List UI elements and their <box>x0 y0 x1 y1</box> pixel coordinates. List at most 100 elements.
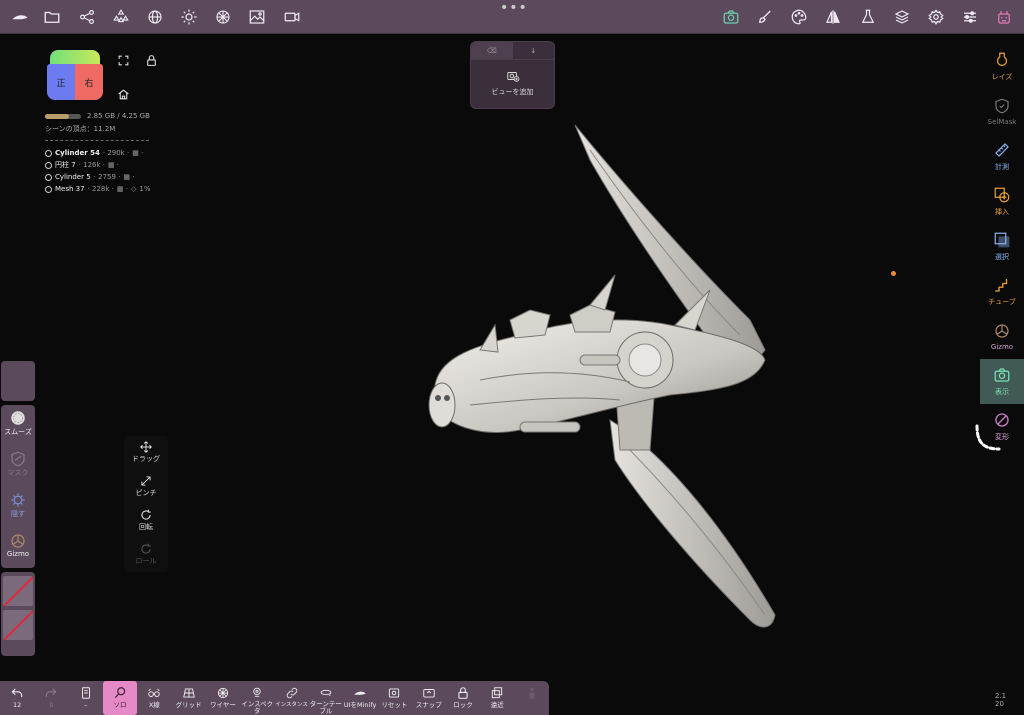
undo-icon <box>11 688 23 698</box>
nomad-logo-icon[interactable] <box>8 5 32 29</box>
minify-ui-button[interactable]: UIをMinify <box>343 681 377 715</box>
measure-tool[interactable]: 計測 <box>980 134 1024 179</box>
tube-tool[interactable]: チューブ <box>980 269 1024 314</box>
brush-icon[interactable] <box>753 5 777 29</box>
list-item[interactable]: 円柱 7 · 126k · ▦ · <box>45 159 150 171</box>
wireframe-icon <box>217 687 229 699</box>
instance-button[interactable]: インスタンス <box>274 681 308 715</box>
list-item[interactable]: Cylinder 54 · 290k · ▦ · <box>45 147 150 159</box>
empty-slot-1[interactable] <box>3 576 33 606</box>
pressure-curve-icon[interactable] <box>972 423 1002 453</box>
bottom-toolbar: 12 0 – ソロ X線 グリッド ワイヤー インスペクタ インスタンス ターン… <box>0 681 549 715</box>
rotate-icon <box>141 509 151 520</box>
selmask-tool[interactable]: SelMask <box>980 89 1024 134</box>
palette-icon[interactable] <box>787 5 811 29</box>
grid-button[interactable]: グリッド <box>171 681 205 715</box>
mask-icon <box>11 451 25 467</box>
minify-icon <box>354 691 366 695</box>
clay-tool[interactable]: レイズ <box>980 44 1024 89</box>
sliders-icon[interactable] <box>958 5 982 29</box>
shield-icon: ◇ <box>130 185 137 193</box>
turntable-button[interactable]: ターンテーブル <box>309 681 343 715</box>
nomad-mascot-icon[interactable] <box>992 5 1016 29</box>
roll-icon <box>141 543 151 554</box>
gesture-label: 回転 <box>139 523 153 531</box>
grid-icon <box>182 688 195 698</box>
left-panel-slot[interactable] <box>1 361 35 401</box>
image-icon[interactable] <box>245 5 269 29</box>
download-view-tab[interactable]: ↓ <box>513 42 555 59</box>
cube-front-face[interactable]: 正 <box>47 64 75 100</box>
sun-icon[interactable] <box>177 5 201 29</box>
object-name: Cylinder 54 <box>55 149 100 157</box>
gesture-hints: ドラッグ ピンチ 回転 ロール <box>124 436 168 572</box>
undo-button[interactable]: 12 <box>0 681 34 715</box>
perspective-button[interactable]: 遠近 <box>480 681 514 715</box>
insert-icon <box>994 187 1010 203</box>
primitives-icon[interactable] <box>109 5 133 29</box>
navigation-cube[interactable]: 正 右 <box>47 50 103 100</box>
folder-icon[interactable] <box>40 5 64 29</box>
reset-button[interactable]: リセット <box>377 681 411 715</box>
xray-button[interactable]: X線 <box>137 681 171 715</box>
redo-button[interactable]: 0 <box>34 681 68 715</box>
redo-count: 0 <box>49 701 54 709</box>
empty-slot-2[interactable] <box>3 610 33 640</box>
grid-label: グリッド <box>175 701 202 709</box>
camera-icon[interactable] <box>719 5 743 29</box>
flask-icon[interactable] <box>856 5 880 29</box>
scene-graph-icon[interactable] <box>75 5 99 29</box>
object-list: Cylinder 54 · 290k · ▦ · 円柱 7 · 126k · ▦ · C… <box>45 147 150 195</box>
delete-view-tab[interactable]: ⌫ <box>471 42 513 59</box>
gizmo-icon <box>995 324 1009 338</box>
solo-icon <box>114 687 126 699</box>
video-camera-icon[interactable] <box>280 5 304 29</box>
gizmo-right-tool[interactable]: Gizmo <box>980 314 1024 359</box>
rotate-hint[interactable]: 回転 <box>124 504 168 538</box>
tool-label: Gizmo <box>990 343 1014 351</box>
hide-tool[interactable]: 隠す <box>1 487 35 528</box>
object-name: Mesh 37 <box>55 185 85 193</box>
memory-text: 2.85 GB / 4.25 GB <box>87 112 150 120</box>
smooth-tool[interactable]: スムーズ <box>1 405 35 446</box>
solo-button[interactable]: ソロ <box>102 681 138 715</box>
select-tool[interactable]: 選択 <box>980 224 1024 269</box>
material-icon[interactable] <box>211 5 235 29</box>
version-text: 2.1 20 <box>995 692 1006 708</box>
symmetry-icon[interactable] <box>821 5 845 29</box>
drag-hint[interactable]: ドラッグ <box>124 436 168 470</box>
home-icon[interactable] <box>117 86 130 105</box>
history-button[interactable]: – <box>69 681 103 715</box>
lock-icon[interactable] <box>145 52 158 71</box>
spaceship-model[interactable] <box>420 120 780 635</box>
history-icon <box>81 687 90 699</box>
left-tool-panel: スムーズ マスク 隠す Gizmo <box>1 405 35 568</box>
scene-vertices: シーンの頂点：11.2M <box>45 125 116 133</box>
wireframe-button[interactable]: ワイヤー <box>206 681 240 715</box>
add-view-button[interactable]: ビューを追加 <box>471 60 554 97</box>
extra-slot[interactable] <box>514 681 548 715</box>
mask-tool[interactable]: マスク <box>1 446 35 487</box>
orange-marker[interactable] <box>891 271 896 276</box>
inspector-button[interactable]: インスペクタ <box>240 681 274 715</box>
smooth-icon <box>11 411 25 425</box>
pinch-hint[interactable]: ピンチ <box>124 470 168 504</box>
list-item[interactable]: Cylinder 5 · 2759 · ▦ · <box>45 171 150 183</box>
view-tool[interactable]: 表示 <box>980 359 1024 404</box>
roll-hint[interactable]: ロール <box>124 538 168 572</box>
insert-tool[interactable]: 挿入 <box>980 179 1024 224</box>
list-item[interactable]: Mesh 37 · 228k · ▦ · ◇ 1% <box>45 183 150 195</box>
tool-label: 選択 <box>995 253 1009 261</box>
tool-label: SelMask <box>987 118 1017 126</box>
cube-right-face[interactable]: 右 <box>75 64 103 100</box>
lock-view-button[interactable]: ロック <box>446 681 480 715</box>
fullscreen-icon[interactable] <box>117 52 130 71</box>
more-dots[interactable]: ••• <box>500 1 527 15</box>
snap-button[interactable]: スナップ <box>412 681 446 715</box>
sphere-icon[interactable] <box>143 5 167 29</box>
layers-icon[interactable] <box>890 5 914 29</box>
grid-icon: ▦ · <box>116 185 128 193</box>
gizmo-tool[interactable]: Gizmo <box>1 528 35 568</box>
grid-icon: ▦ · <box>132 149 144 157</box>
settings-icon[interactable] <box>924 5 948 29</box>
